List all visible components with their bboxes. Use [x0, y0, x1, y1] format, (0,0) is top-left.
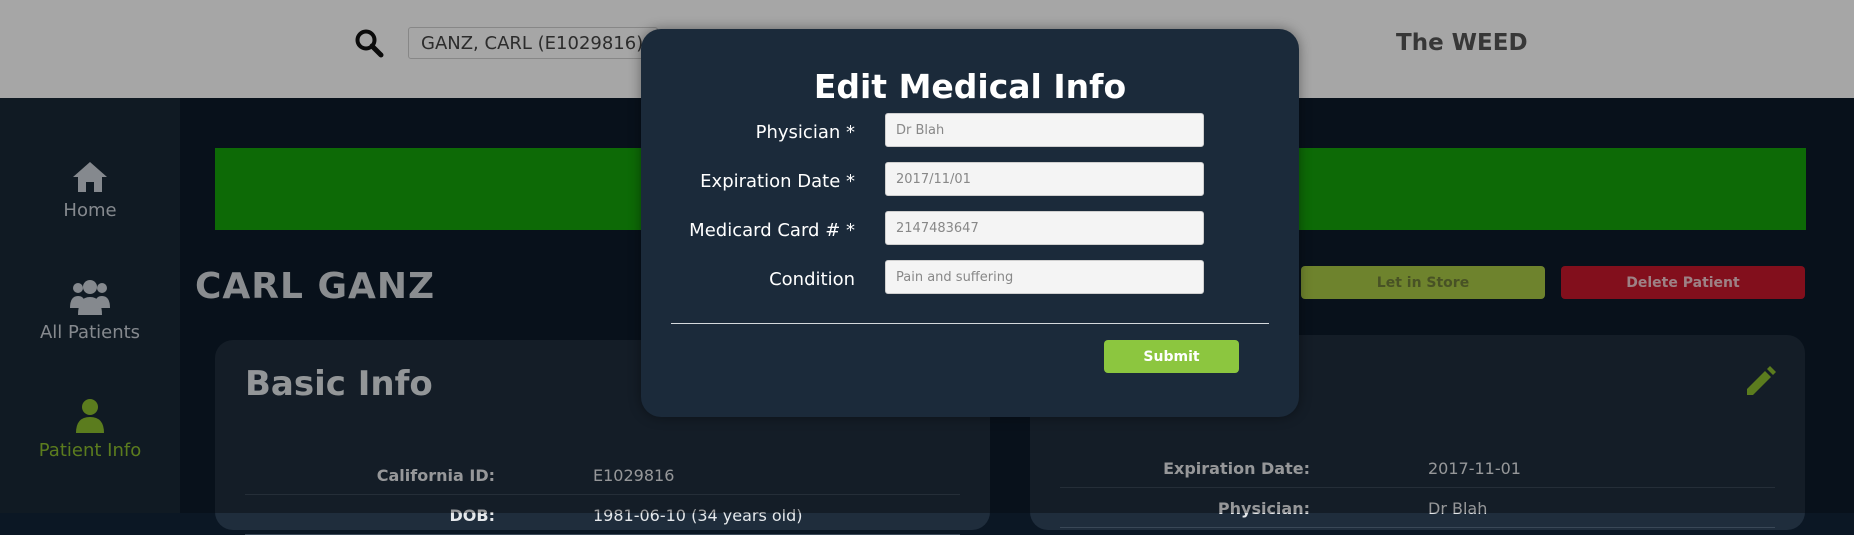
medicard-number-input[interactable] — [885, 211, 1204, 245]
modal-title: Edit Medical Info — [813, 67, 1127, 106]
physician-label: Physician * — [755, 122, 855, 143]
edit-medical-info-modal: Edit Medical Info Physician * Expiration… — [641, 29, 1299, 417]
condition-label: Condition — [769, 269, 855, 290]
submit-button[interactable]: Submit — [1104, 340, 1239, 373]
expiration-date-label: Expiration Date * — [700, 171, 855, 192]
medicard-number-label: Medicard Card # * — [689, 220, 855, 241]
expiration-date-input[interactable] — [885, 162, 1204, 196]
physician-input[interactable] — [885, 113, 1204, 147]
modal-divider — [671, 323, 1269, 324]
condition-input[interactable] — [885, 260, 1204, 294]
